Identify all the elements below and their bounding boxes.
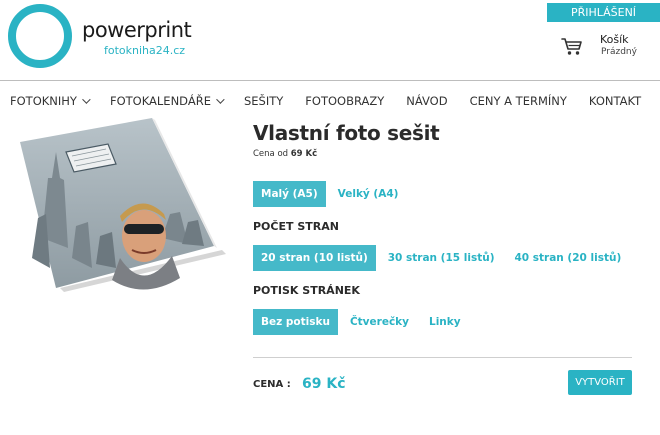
pages-options: 20 stran (10 listů) 30 stran (15 listů) … (253, 245, 633, 271)
price-from-value: 69 Kč (290, 149, 318, 159)
print-section-label: POTISK STRÁNEK (253, 284, 360, 297)
price-from-label: Cena od (253, 149, 289, 159)
nav-item-sesity[interactable]: SEŠITY (244, 94, 283, 108)
print-option-squares[interactable]: Čtverečky (342, 309, 417, 335)
nav-item-label: CENY A TERMÍNY (469, 94, 567, 108)
nav-item-label: KONTAKT (588, 94, 642, 108)
size-option-a4[interactable]: Velký (A4) (330, 181, 407, 207)
logo-ring[interactable] (8, 4, 72, 68)
cart-title[interactable]: Košík (600, 33, 629, 46)
pages-option-40[interactable]: 40 stran (20 listů) (507, 245, 630, 271)
brand-subtitle: fotokniha24.cz (104, 44, 186, 57)
nav-item-label: SEŠITY (243, 94, 284, 108)
product-image (20, 118, 226, 292)
price-label: CENA : (253, 379, 291, 390)
chevron-down-icon (216, 95, 225, 104)
cart-icon[interactable] (561, 36, 583, 56)
nav-item-label: FOTOOBRAZY (305, 94, 385, 108)
pages-option-20[interactable]: 20 stran (10 listů) (253, 245, 376, 271)
create-button[interactable]: VYTVOŘIT (568, 370, 632, 395)
main-nav: FOTOKNIHY FOTOKALENDÁŘE SEŠITY FOTOOBRAZ… (10, 93, 660, 109)
nav-item-fotoknihy[interactable]: FOTOKNIHY (10, 94, 91, 108)
chevron-down-icon (82, 95, 91, 104)
price-from: Cena od 69 Kč (253, 149, 317, 159)
nav-item-navod[interactable]: NÁVOD (406, 94, 447, 108)
product-title: Vlastní foto sešit (253, 121, 440, 145)
price-divider (253, 357, 632, 358)
print-option-lines[interactable]: Linky (421, 309, 469, 335)
pages-section-label: POČET STRAN (253, 220, 339, 233)
size-options: Malý (A5) Velký (A4) (253, 181, 410, 207)
nav-item-label: NÁVOD (406, 94, 448, 108)
login-button[interactable]: PŘIHLÁŠENÍ (547, 3, 660, 22)
pages-option-30[interactable]: 30 stran (15 listů) (380, 245, 503, 271)
nav-item-ceny-a-terminy[interactable]: CENY A TERMÍNY (470, 94, 567, 108)
brand-name[interactable]: powerprint (82, 18, 192, 42)
nav-item-kontakt[interactable]: KONTAKT (589, 94, 641, 108)
print-options: Bez potisku Čtverečky Linky (253, 309, 473, 335)
nav-item-fotokalendare[interactable]: FOTOKALENDÁŘE (109, 94, 225, 108)
cart-status: Prázdný (601, 47, 637, 57)
nav-item-label: FOTOKNIHY (10, 94, 77, 108)
print-option-none[interactable]: Bez potisku (253, 309, 338, 335)
size-option-a5[interactable]: Malý (A5) (253, 181, 326, 207)
nav-item-label: FOTOKALENDÁŘE (109, 94, 211, 108)
price-value: 69 Kč (302, 376, 346, 392)
header-divider (0, 80, 660, 81)
nav-item-fotoobrazy[interactable]: FOTOOBRAZY (305, 94, 384, 108)
